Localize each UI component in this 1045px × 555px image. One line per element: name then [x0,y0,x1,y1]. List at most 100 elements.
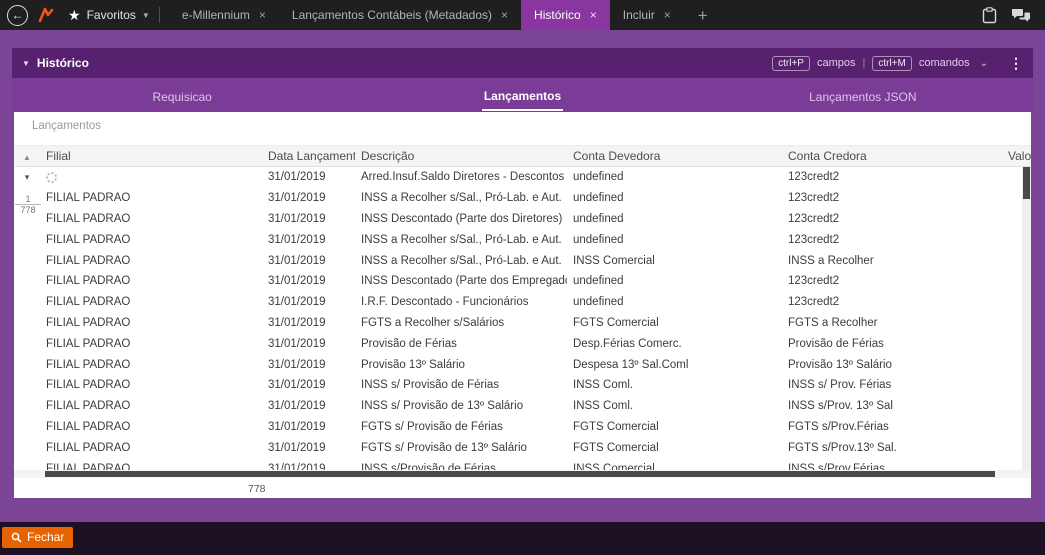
cell-credora: FGTS s/Prov.Férias [788,420,889,433]
table-row[interactable]: FILIAL PADRÃO 31/01/2019 INSS a Recolher s… [14,188,1022,209]
cell-data: 31/01/2019 [268,192,326,205]
column-header-data-lancamento[interactable]: Data Lançamento [262,149,355,163]
grid-header-row: ▲ Filial Data Lançamento Descrição Conta… [14,145,1031,167]
table-row[interactable]: FILIAL PADRÃO 31/01/2019 INSS s/Provisão d… [14,458,1022,470]
loading-spinner-icon [46,171,57,183]
table-row[interactable]: FILIAL PADRÃO 31/01/2019 INSS Descontado (… [14,271,1022,292]
tab-label: Lançamentos JSON [809,89,917,104]
table-row[interactable]: ▾ 31/01/2019 Arred.Insuf.Saldo Diretores -… [14,167,1022,188]
cell-credora: 123credt2 [788,171,840,184]
cell-descricao: FGTS s/ Provisão de Férias [361,420,503,433]
tab-label: Histórico [534,8,581,22]
column-header-descricao[interactable]: Descrição [355,149,567,163]
table-row[interactable]: FILIAL PADRÃO 31/01/2019 I.R.F. Descontado… [14,292,1022,313]
cell-filial [40,171,262,183]
topbar-tabs: e-Millennium × Lançamentos Contábeis (Meta… [169,0,684,30]
tab-label: Requisicao [152,89,212,104]
tab-requisicao[interactable]: Requisicao [12,78,352,112]
cell-filial: FILIAL PADRÃO [46,379,131,392]
column-header-conta-devedora[interactable]: Conta Devedora [567,149,782,163]
table-row[interactable]: FILIAL PADRÃO 31/01/2019 INSS s/ Provisão … [14,396,1022,417]
cell-credora: Provisão de Férias [788,337,884,350]
cell-devedora: undefined [573,233,624,246]
table-row[interactable]: FILIAL PADRÃO 31/01/2019 FGTS s/ Provisão … [14,437,1022,458]
millennium-logo-icon [37,6,55,24]
cell-descricao: FGTS s/ Provisão de 13º Salário [361,441,527,454]
panel-header-actions: ctrl+P campos | ctrl+M comandos ⌄ ⋮ [772,55,1023,72]
campos-button[interactable]: campos [817,57,856,69]
tab-label: Lançamentos Contábeis (Metadados) [291,8,493,22]
table-row[interactable]: FILIAL PADRÃO 31/01/2019 FGTS a Recolher s… [14,313,1022,334]
cell-data: 31/01/2019 [268,212,326,225]
panel-header: ▼ Histórico ctrl+P campos | ctrl+M coman… [12,48,1033,78]
favorites-label: Favoritos [86,8,136,22]
cell-credora: 123credt2 [788,275,840,288]
horizontal-scrollbar-thumb[interactable] [45,471,995,477]
vertical-scrollbar-thumb[interactable] [1023,167,1030,199]
cell-filial: FILIAL PADRÃO [46,358,131,371]
cell-devedora: FGTS Comercial [573,316,659,329]
footer-bar: Fechar [0,522,1045,555]
cell-devedora: INSS Coml. [573,400,634,413]
cell-data: 31/01/2019 [268,379,326,392]
fechar-button[interactable]: Fechar [2,527,74,548]
cell-data: 31/01/2019 [268,275,326,288]
tab-close-icon[interactable]: × [259,8,266,22]
tab-hist-rico[interactable]: Histórico × [521,0,610,30]
cell-filial: FILIAL PADRÃO [46,316,131,329]
row-counter-current: 1 [15,194,41,205]
chat-icon[interactable] [1011,8,1031,23]
tab-e-millennium[interactable]: e-Millennium × [169,0,279,30]
chevron-down-icon[interactable]: ⌄ [980,58,988,69]
column-header-gutter[interactable]: ▲ [14,149,40,163]
tab-close-icon[interactable]: × [590,8,597,22]
favorites-menu[interactable]: ★ Favoritos ▼ [68,7,150,24]
cell-descricao: Provisão 13º Salário [361,358,465,371]
cell-descricao: I.R.F. Descontado - Funcionários [361,296,529,309]
vertical-scrollbar[interactable] [1022,167,1031,470]
cell-devedora: undefined [573,171,624,184]
cell-credora: 123credt2 [788,296,840,309]
cell-devedora: INSS Comercial [573,254,655,267]
horizontal-scrollbar[interactable] [14,470,1031,478]
add-tab-button[interactable]: + [698,7,708,24]
panel-collapse-toggle[interactable]: ▼ Histórico [22,56,89,70]
column-header-valor[interactable]: Valor [1002,149,1031,163]
table-row[interactable]: FILIAL PADRÃO 31/01/2019 INSS Descontado (… [14,209,1022,230]
tab-close-icon[interactable]: × [501,8,508,22]
clipboard-icon[interactable] [982,6,997,24]
kebab-menu-icon[interactable]: ⋮ [1009,55,1023,72]
cell-filial: FILIAL PADRÃO [46,441,131,454]
cell-filial: FILIAL PADRÃO [46,337,131,350]
cell-credora: INSS s/Prov. 13º Sal [788,400,893,413]
table-row[interactable]: FILIAL PADRÃO 31/01/2019 INSS a Recolher s… [14,229,1022,250]
column-header-filial[interactable]: Filial [40,149,262,163]
table-row[interactable]: FILIAL PADRÃO 31/01/2019 Provisão 13º Salá… [14,354,1022,375]
back-button[interactable]: ← [7,4,28,26]
row-expander-icon[interactable]: ▾ [25,172,30,182]
column-header-conta-credora[interactable]: Conta Credora [782,149,1002,163]
tab-incluir[interactable]: Incluir × [610,0,684,30]
comandos-button[interactable]: comandos [919,57,970,69]
tab-label: e-Millennium [181,8,250,22]
cell-descricao: FGTS a Recolher s/Salários [361,316,505,329]
cell-devedora: undefined [573,296,624,309]
cell-data: 31/01/2019 [268,233,326,246]
table-row[interactable]: FILIAL PADRÃO 31/01/2019 INSS a Recolher s… [14,250,1022,271]
cell-descricao: INSS Descontado (Parte dos Diretores) [361,212,563,225]
cell-descricao: INSS s/ Provisão de 13º Salário [361,400,524,413]
tab-label: Lançamentos [481,80,564,111]
table-row[interactable]: FILIAL PADRÃO 31/01/2019 FGTS s/ Provisão … [14,417,1022,438]
cell-descricao: INSS a Recolher s/Sal., Pró-Lab. e Aut. [361,192,562,205]
tab-lan-amentos-cont-beis-metadados-[interactable]: Lançamentos Contábeis (Metadados) × [279,0,521,30]
cell-credora: FGTS a Recolher [788,316,878,329]
tab-close-icon[interactable]: × [664,8,671,22]
tab-lancamentos[interactable]: Lançamentos [352,78,692,112]
table-row[interactable]: FILIAL PADRÃO 31/01/2019 INSS s/ Provisão … [14,375,1022,396]
cell-devedora: undefined [573,212,624,225]
grid-section-label: Lançamentos [32,120,102,132]
cell-credora: Provisão 13º Salário [788,358,892,371]
table-row[interactable]: FILIAL PADRÃO 31/01/2019 Provisão de Féria… [14,333,1022,354]
tab-lancamentos-json[interactable]: Lançamentos JSON [693,78,1033,112]
cell-descricao: INSS s/Provisão de Férias [361,462,496,470]
